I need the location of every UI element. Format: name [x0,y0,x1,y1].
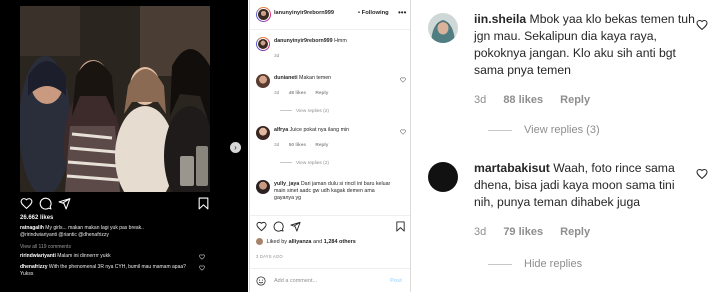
comment-text: Makan temen [299,75,332,81]
comment-likes[interactable]: 48 likes [289,91,306,96]
comment-time: 3d [474,94,487,106]
liked-by-others[interactable]: 1,284 others [324,239,356,245]
comment-likes[interactable]: 79 likes [503,226,543,238]
caption-text: My girls... makan makan lagi yuk pas bre… [45,225,144,231]
view-replies-link[interactable]: View replies (2) [280,109,329,114]
liked-by-user[interactable]: alliyanza [289,239,312,245]
header-username[interactable]: lanunyinyir9reborn999 [274,10,334,16]
add-comment-bar: Add a comment... Post [250,268,410,292]
caption-username[interactable]: danunyinyir9reborn999 [274,38,333,44]
caption-text: Hmm [334,38,347,44]
view-replies-link[interactable]: View replies (2) [280,161,329,166]
avatar-image [428,13,458,43]
comment-icon[interactable] [39,197,52,210]
post-dark-panel: 26.662 likes ratnagalih My girls... maka… [0,0,248,292]
comment-time: 3d [274,143,280,148]
post-photo[interactable] [20,6,210,192]
post-action-bar [20,197,210,211]
follow-status[interactable]: • Following [358,10,389,16]
heart-icon[interactable] [256,221,267,232]
avatar[interactable] [256,74,270,88]
chevron-right-icon[interactable]: › [230,142,241,153]
comment-username[interactable]: yully_jaya [274,181,299,187]
caption-time: 3d [274,54,280,59]
comment-heart-icon[interactable] [199,265,205,271]
comment-username[interactable]: alfrya [274,127,288,133]
comment-username[interactable]: dhenafrizzy [20,264,48,270]
post-comments-panel: lanunyinyir9reborn999 • Following ••• da… [249,0,411,292]
post-header: lanunyinyir9reborn999 • Following ••• [250,0,410,30]
comment-time: 3d [474,226,487,238]
comment-text: Juice pokat nya ilang min [289,127,350,133]
bookmark-icon[interactable] [395,221,406,232]
liked-by-summary: Liked by alliyanza and 1,284 others [256,238,356,245]
comment-item: ririndwiariyanti Malam ini dinnerrrr yuk… [20,253,195,260]
avatar[interactable] [428,13,458,43]
comment-username[interactable]: ririndwiariyanti [20,253,56,259]
avatar[interactable] [256,180,270,194]
comment-time: 3d [274,91,280,96]
view-replies-link[interactable]: View replies (3) [488,124,600,136]
bookmark-icon[interactable] [197,197,210,210]
avatar[interactable] [256,126,270,140]
comment-icon[interactable] [273,221,284,232]
avatar[interactable] [256,7,271,22]
group-photo-image [20,6,210,192]
view-all-comments-link[interactable]: View all 119 comments [20,244,71,250]
more-options-icon[interactable]: ••• [398,8,406,17]
comment-username[interactable]: dunianeti [274,75,298,81]
post-caption: ratnagalih My girls... makan makan lagi … [20,225,210,238]
heart-icon[interactable] [696,19,708,31]
heart-icon[interactable] [20,197,33,210]
comment-username[interactable]: iin.sheila [474,12,526,26]
comment-likes[interactable]: 50 likes [289,143,306,148]
carousel-indicator [104,284,124,288]
comment-likes[interactable]: 88 likes [503,94,543,106]
comment-heart-icon[interactable] [199,254,205,260]
reply-button[interactable]: Reply [315,91,328,96]
comment-text: Malam ini dinnerrrr yukk [57,253,111,259]
post-comment-button[interactable]: Post [390,278,402,284]
liked-by-avatar[interactable] [256,238,263,245]
emoji-icon[interactable] [256,276,266,286]
post-likes-count[interactable]: 26.662 likes [20,215,53,221]
comment-username[interactable]: martabakisut [474,161,550,175]
comment-item: dhenafrizzy With the phenomenal 3R nya C… [20,264,195,277]
share-icon[interactable] [58,197,71,210]
heart-icon[interactable] [400,77,406,83]
reply-button[interactable]: Reply [560,226,590,238]
avatar[interactable] [428,162,458,192]
avatar[interactable] [256,37,270,51]
zoomed-comments-panel: iin.sheila Mbok yaa klo bekas temen tuh … [412,0,720,292]
caption-username[interactable]: ratnagalih [20,225,44,231]
post-date: 3 DAYS AGO [256,254,283,259]
add-comment-input[interactable]: Add a comment... [274,278,317,284]
heart-icon[interactable] [400,129,406,135]
caption-tags[interactable]: @ririndwiariyanti @riantic @dhenafrizzy [20,232,109,238]
hide-replies-link[interactable]: Hide replies [488,258,582,270]
reply-button[interactable]: Reply [560,94,590,106]
reply-button[interactable]: Reply [315,143,328,148]
heart-icon[interactable] [696,168,708,180]
share-icon[interactable] [290,221,301,232]
